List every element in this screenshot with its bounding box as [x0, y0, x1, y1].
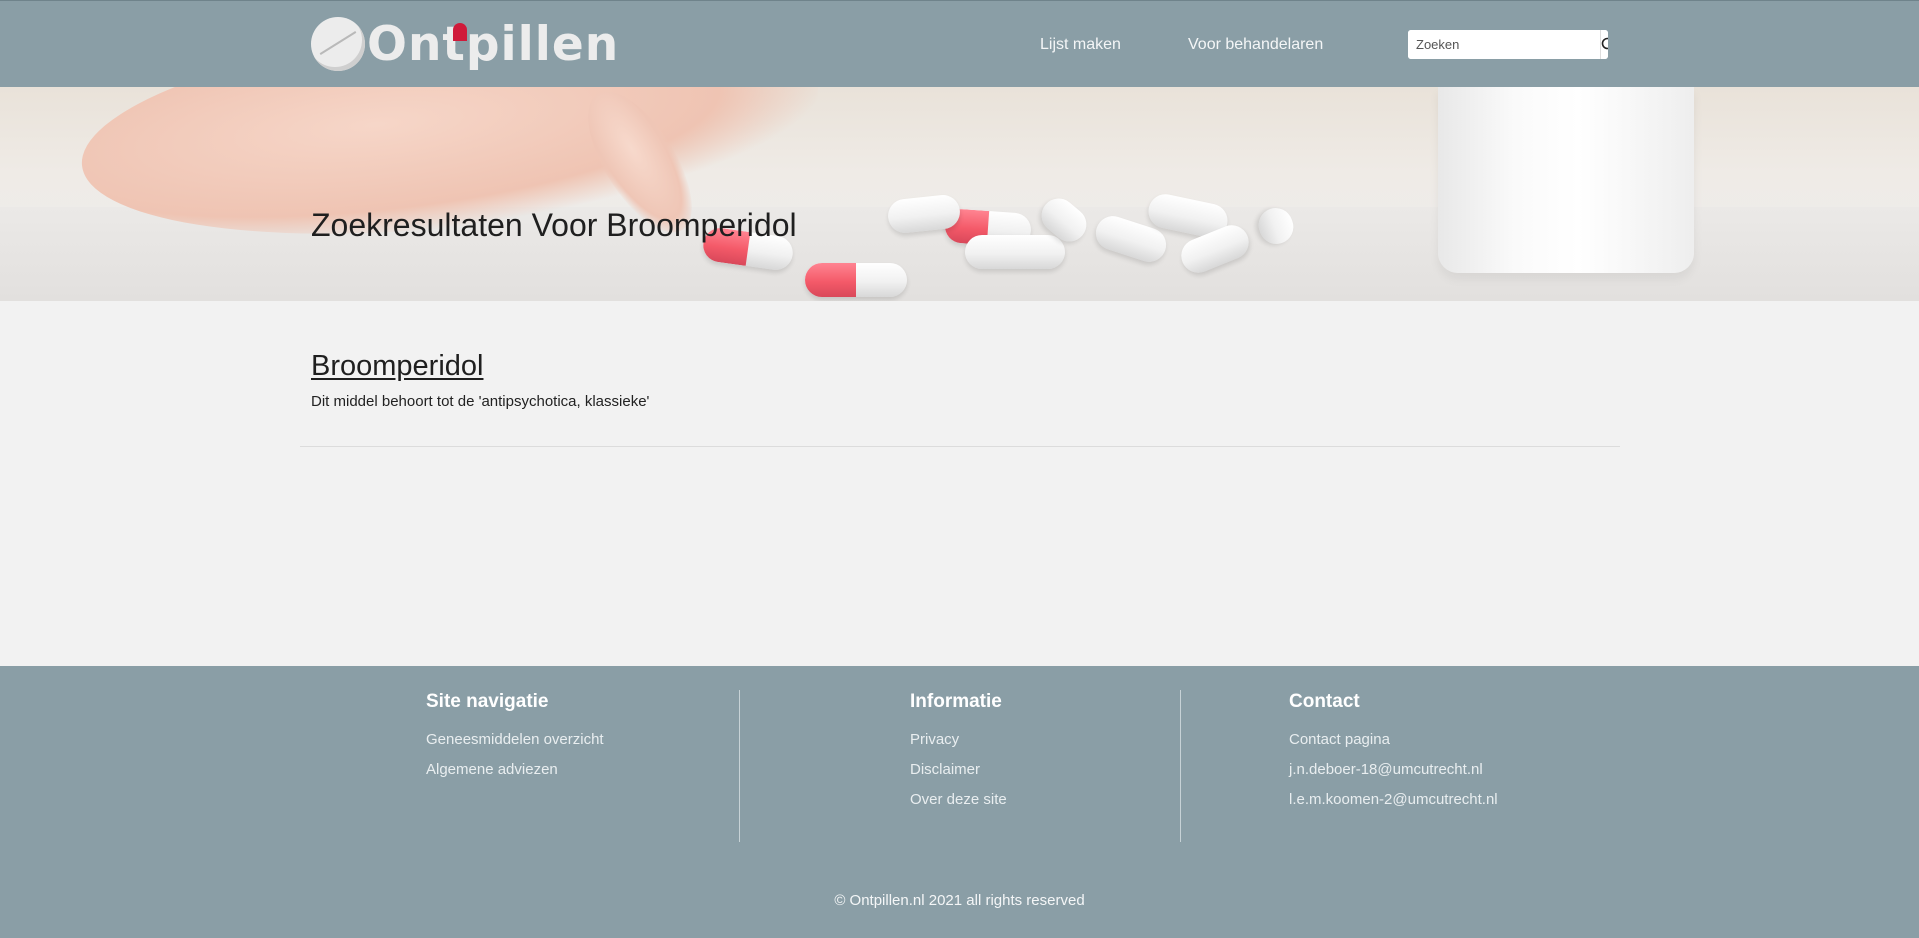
- footer-link-geneesmiddelen-overzicht[interactable]: Geneesmiddelen overzicht: [426, 731, 604, 748]
- search-button[interactable]: [1600, 30, 1608, 59]
- footer-link-privacy[interactable]: Privacy: [910, 731, 1007, 748]
- footer-column-contact: Contact Contact pagina j.n.deboer-18@umc…: [1289, 691, 1498, 821]
- footer-link-email-deboer[interactable]: j.n.deboer-18@umcutrecht.nl: [1289, 761, 1498, 778]
- site-logo[interactable]: Ontpillen: [311, 13, 619, 75]
- result-title-link[interactable]: Broomperidol: [311, 350, 483, 383]
- site-header: Ontpillen Lijst maken Voor behandelaren: [0, 0, 1919, 87]
- nav-lijst-maken[interactable]: Lijst maken: [1040, 36, 1121, 54]
- search-icon: [1601, 37, 1608, 49]
- capsule-image: [965, 235, 1065, 269]
- footer-column-informatie: Informatie Privacy Disclaimer Over deze …: [910, 691, 1007, 821]
- footer-heading: Contact: [1289, 691, 1360, 712]
- copyright-text: © Ontpillen.nl 2021 all rights reserved: [834, 892, 1085, 909]
- footer-link-contact-pagina[interactable]: Contact pagina: [1289, 731, 1498, 748]
- page-title: Zoekresultaten Voor Broomperidol: [311, 207, 797, 243]
- footer-heading: Informatie: [910, 691, 1002, 712]
- hero-bottle-image: [1438, 87, 1694, 273]
- pill-logo-icon: [311, 17, 365, 71]
- footer-divider: [1180, 690, 1181, 842]
- logo-text: Ontpillen: [367, 16, 620, 72]
- footer-link-disclaimer[interactable]: Disclaimer: [910, 761, 1007, 778]
- footer-heading: Site navigatie: [426, 691, 549, 712]
- result-divider: [300, 446, 1620, 447]
- result-description: Dit middel behoort tot de 'antipsychotic…: [311, 393, 650, 410]
- footer-column-site-navigatie: Site navigatie Geneesmiddelen overzicht …: [426, 691, 604, 791]
- hero-banner: Zoekresultaten Voor Broomperidol: [0, 87, 1919, 301]
- footer-link-over-deze-site[interactable]: Over deze site: [910, 791, 1007, 808]
- search-result: Broomperidol Dit middel behoort tot de '…: [311, 350, 1619, 410]
- site-footer: Site navigatie Geneesmiddelen overzicht …: [0, 666, 1919, 938]
- footer-link-email-koomen[interactable]: l.e.m.koomen-2@umcutrecht.nl: [1289, 791, 1498, 808]
- footer-link-algemene-adviezen[interactable]: Algemene adviezen: [426, 761, 604, 778]
- search-input[interactable]: [1408, 30, 1600, 59]
- capsule-image: [805, 263, 907, 297]
- logo-red-capsule-icon: [453, 23, 467, 41]
- footer-divider: [739, 690, 740, 842]
- search-bar: [1408, 30, 1608, 59]
- nav-voor-behandelaren[interactable]: Voor behandelaren: [1188, 36, 1323, 54]
